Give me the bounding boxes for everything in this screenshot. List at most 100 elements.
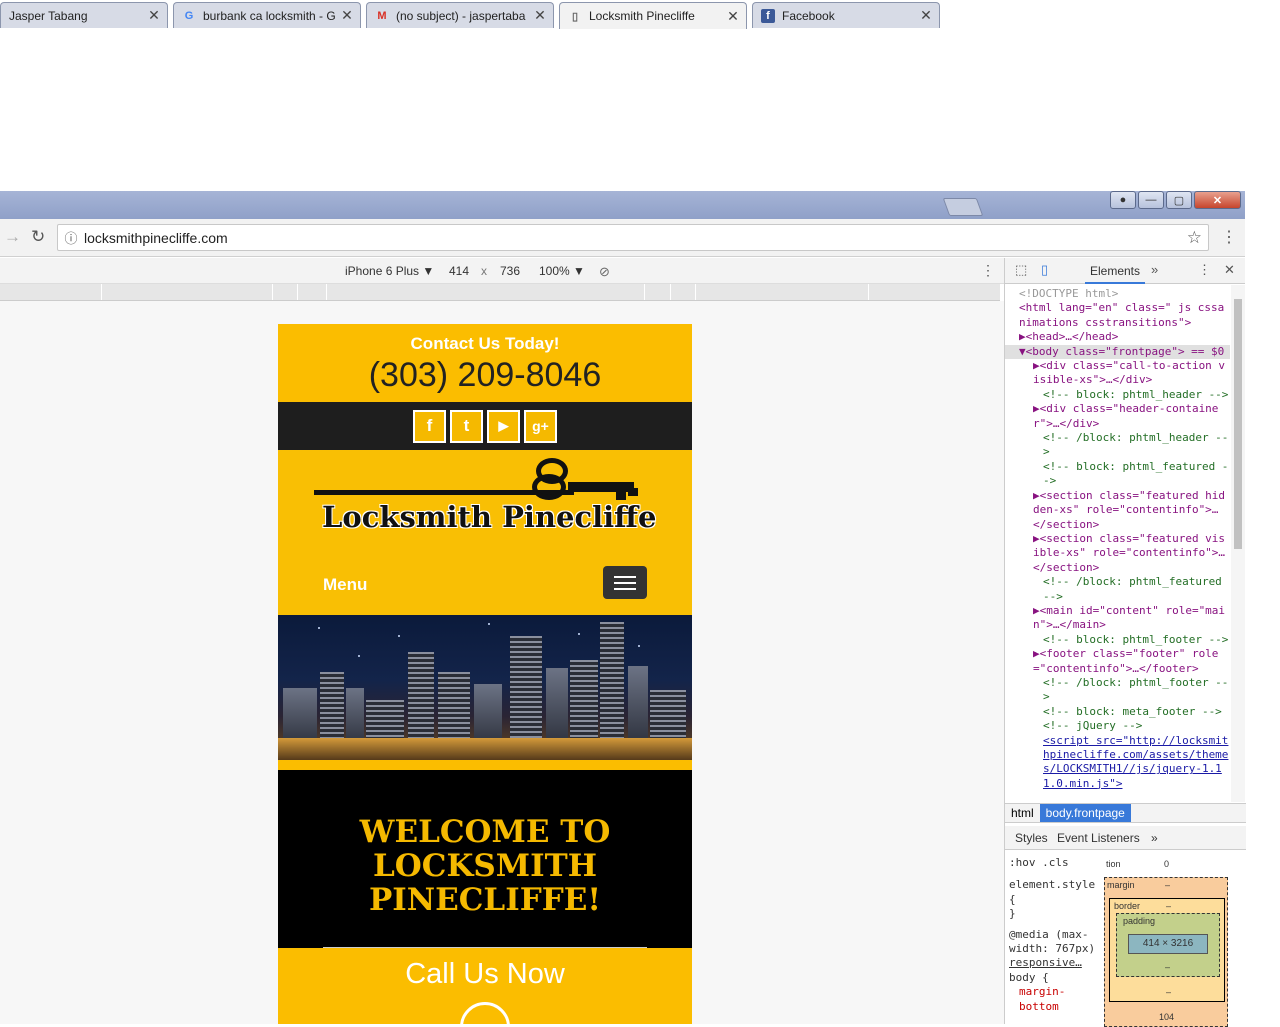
facebook-icon[interactable]: f <box>413 409 446 443</box>
box-model: tion 0 margin – border – padding 414 × 3… <box>1102 851 1232 1027</box>
page-icon: ▯ <box>571 10 579 23</box>
rotate-icon[interactable]: ⊘ <box>599 264 610 280</box>
twitter-icon[interactable]: t <box>450 409 483 443</box>
close-icon[interactable]: ✕ <box>147 7 161 24</box>
tab-locksmith-pinecliffe[interactable]: ▯ Locksmith Pinecliffe ✕ <box>559 2 747 29</box>
dom-comment[interactable]: <!-- block: meta_footer --> <box>1005 705 1230 719</box>
more-options-icon[interactable]: ⋮ <box>981 262 995 279</box>
tab-label: Locksmith Pinecliffe <box>589 9 695 23</box>
close-window-button[interactable]: ✕ <box>1194 191 1241 209</box>
menu-label[interactable]: Menu <box>323 575 367 595</box>
devtools-panel: ⬚ ▯ Elements » ⋮ ✕ <!DOCTYPE html> <html… <box>1004 258 1246 1027</box>
minimize-button[interactable]: — <box>1138 191 1164 209</box>
section-divider <box>278 760 692 770</box>
browser-menu-icon[interactable]: ⋮ <box>1221 227 1237 247</box>
tab-jasper-tabang[interactable]: Jasper Tabang ✕ <box>0 2 168 28</box>
dom-comment[interactable]: <!-- block: phtml_featured --> <box>1005 460 1230 489</box>
styles-pane[interactable]: :hov .cls element.style { } @media (max-… <box>1005 851 1100 1024</box>
city-skyline-image <box>278 615 692 760</box>
dom-node[interactable]: ▶<div class="header-container">…</div> <box>1005 402 1230 431</box>
forward-icon[interactable]: → <box>4 227 21 247</box>
user-icon[interactable]: ● <box>1110 191 1136 209</box>
padding-label: padding <box>1123 916 1156 926</box>
close-icon[interactable]: ✕ <box>919 7 933 24</box>
maximize-button[interactable]: ▢ <box>1166 191 1192 209</box>
style-property[interactable]: margin-bottom <box>1009 985 1096 1014</box>
padding-bottom-value: – <box>1165 962 1171 972</box>
reload-icon[interactable]: ↻ <box>31 227 45 247</box>
margin-top-value: – <box>1165 880 1171 890</box>
tab-elements[interactable]: Elements <box>1085 258 1145 284</box>
device-width-input[interactable]: 414 <box>449 264 469 278</box>
dom-node[interactable]: ▶<main id="content" role="main">…</main> <box>1005 604 1230 633</box>
dom-script-node[interactable]: <script src="http://locksmithpinecliffe.… <box>1005 734 1230 792</box>
inspect-element-icon[interactable]: ⬚ <box>1015 262 1027 278</box>
dom-comment[interactable]: <!-- /block: phtml_footer --> <box>1005 676 1230 705</box>
media-query-ruler[interactable] <box>0 284 1000 301</box>
device-mode-icon[interactable]: ▯ <box>1041 262 1048 278</box>
mobile-page: Contact Us Today! (303) 209-8046 f t ▶ g… <box>278 324 692 1024</box>
dom-comment[interactable]: <!-- block: phtml_header --> <box>1005 388 1230 402</box>
new-tab-button[interactable] <box>942 198 984 216</box>
dom-node[interactable]: ▶<section class="featured hidden-xs" rol… <box>1005 489 1230 532</box>
border-bottom-value: – <box>1166 987 1172 997</box>
bookmark-star-icon[interactable]: ☆ <box>1187 228 1202 248</box>
tab-strip <box>0 191 1245 219</box>
dom-tree[interactable]: <!DOCTYPE html> <html lang="en" class=" … <box>1005 285 1230 802</box>
close-icon[interactable]: ✕ <box>533 7 547 24</box>
url-text: locksmithpinecliffe.com <box>84 229 228 246</box>
dom-node-selected[interactable]: ▼<body class="frontpage"> == $0 <box>1005 344 1230 360</box>
devtools-menu-icon[interactable]: ⋮ <box>1198 262 1211 278</box>
google-icon: G <box>184 9 194 22</box>
dom-node[interactable]: <!DOCTYPE html> <box>1005 287 1230 301</box>
youtube-icon[interactable]: ▶ <box>487 409 520 443</box>
phone-number[interactable]: (303) 209-8046 <box>278 356 692 395</box>
tab-event-listeners[interactable]: Event Listeners <box>1057 831 1140 845</box>
border-box: border – padding 414 × 3216 – – <box>1109 898 1225 1002</box>
dom-comment[interactable]: <!-- jQuery --> <box>1005 719 1230 733</box>
padding-box: padding 414 × 3216 – <box>1116 913 1220 977</box>
zoom-select[interactable]: 100% ▼ <box>539 264 585 278</box>
close-icon[interactable]: ✕ <box>726 8 740 25</box>
dom-comment[interactable]: <!-- /block: phtml_featured --> <box>1005 575 1230 604</box>
style-rule[interactable]: body { <box>1009 971 1096 985</box>
dom-node[interactable]: ▶<div class="call-to-action visible-xs">… <box>1005 359 1230 388</box>
dom-comment[interactable]: <!-- /block: phtml_header --> <box>1005 431 1230 460</box>
dom-node[interactable]: <html lang="en" class=" js cssanimations… <box>1005 301 1230 330</box>
style-rule[interactable]: element.style { <box>1009 878 1096 907</box>
dom-node[interactable]: ▶<section class="featured visible-xs" ro… <box>1005 532 1230 575</box>
key-tooth <box>616 488 626 500</box>
social-bar: f t ▶ g+ <box>278 402 692 450</box>
stylesheet-link[interactable]: responsive… <box>1009 956 1096 970</box>
site-logo[interactable]: Locksmith Pinecliffe <box>278 450 692 567</box>
breadcrumb-body[interactable]: body.frontpage <box>1039 804 1131 822</box>
more-tabs-icon[interactable]: » <box>1151 262 1158 277</box>
tab-gmail[interactable]: M (no subject) - jaspertaba ✕ <box>366 2 554 28</box>
dom-node[interactable]: ▶<footer class="footer" role="contentinf… <box>1005 647 1230 676</box>
tab-google-search[interactable]: G burbank ca locksmith - G ✕ <box>173 2 361 28</box>
logo-text: Locksmith Pinecliffe <box>322 500 657 534</box>
hamburger-menu-button[interactable] <box>603 566 647 599</box>
cls-toggle[interactable]: .cls <box>1042 856 1069 869</box>
key-tooth <box>628 488 638 496</box>
more-tabs-icon[interactable]: » <box>1151 831 1158 845</box>
close-icon[interactable]: ✕ <box>340 7 354 24</box>
dimension-separator: x <box>481 264 487 278</box>
tab-label: burbank ca locksmith - G <box>203 8 336 23</box>
address-bar[interactable]: ⓘ locksmithpinecliffe.com ☆ <box>57 224 1209 251</box>
dom-node[interactable]: ▶<head>…</head> <box>1005 330 1230 344</box>
breadcrumb-html[interactable]: html <box>1005 804 1040 822</box>
tab-label: Jasper Tabang <box>9 8 88 23</box>
close-devtools-icon[interactable]: ✕ <box>1224 262 1235 278</box>
welcome-section: WELCOME TO LOCKSMITH PINECLIFFE! <box>278 770 692 948</box>
tab-styles[interactable]: Styles <box>1015 831 1048 845</box>
phone-icon[interactable] <box>460 1002 510 1024</box>
tab-facebook[interactable]: f Facebook ✕ <box>752 2 940 28</box>
device-height-input[interactable]: 736 <box>500 264 520 278</box>
dom-comment[interactable]: <!-- block: phtml_footer --> <box>1005 633 1230 647</box>
google-plus-icon[interactable]: g+ <box>524 409 557 443</box>
hov-toggle[interactable]: :hov <box>1009 856 1036 869</box>
device-select[interactable]: iPhone 6 Plus ▼ <box>345 264 434 278</box>
info-icon[interactable]: ⓘ <box>58 228 84 247</box>
dom-scrollbar[interactable] <box>1231 285 1245 802</box>
